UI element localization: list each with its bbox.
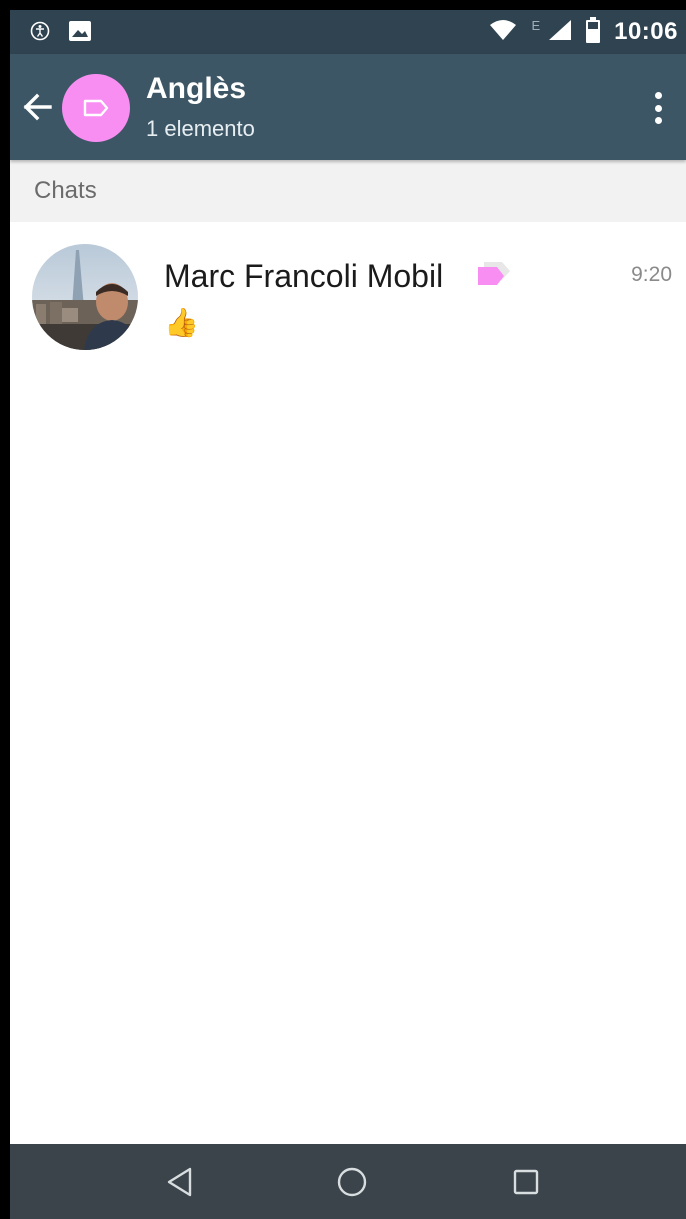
battery-icon <box>586 16 601 48</box>
home-circle-icon <box>337 1167 367 1197</box>
network-type-label: E <box>531 18 541 33</box>
page-subtitle: 1 elemento <box>146 116 255 141</box>
contact-name: Marc Francoli Mobil <box>164 258 444 294</box>
more-vert-dot <box>654 117 662 124</box>
message-preview: 👍 <box>164 307 199 338</box>
label-tag-icon <box>476 260 512 293</box>
accessibility-icon <box>30 21 50 46</box>
contact-avatar[interactable] <box>32 244 138 350</box>
image-icon <box>68 20 92 47</box>
label-tag-icon <box>83 99 109 117</box>
nav-recents-button[interactable] <box>506 1162 546 1202</box>
recents-square-icon <box>513 1169 539 1195</box>
app-toolbar: Anglès 1 elemento <box>10 54 686 160</box>
screen: E 10:06 Anglès 1 elemento Chats Marc Fra… <box>10 10 686 1219</box>
nav-home-button[interactable] <box>332 1162 372 1202</box>
status-bar: E 10:06 <box>10 10 686 54</box>
section-header: Chats <box>10 160 686 222</box>
more-vert-icon <box>654 92 662 99</box>
chat-list-item[interactable]: Marc Francoli Mobil 9:20 👍 <box>10 222 686 370</box>
more-vert-dot <box>654 104 662 112</box>
signal-icon <box>548 19 572 46</box>
phone-frame: E 10:06 Anglès 1 elemento Chats Marc Fra… <box>0 0 686 1219</box>
arrow-left-icon <box>23 93 52 121</box>
page-title: Anglès <box>146 72 247 105</box>
status-clock: 10:06 <box>614 18 678 45</box>
message-time: 9:20 <box>631 263 672 286</box>
section-header-label: Chats <box>34 177 97 204</box>
label-avatar[interactable] <box>62 74 130 142</box>
system-nav-bar <box>10 1144 686 1219</box>
back-button[interactable] <box>20 88 58 126</box>
overflow-menu-button[interactable] <box>646 88 670 128</box>
back-triangle-icon <box>167 1167 192 1197</box>
wifi-icon <box>489 19 517 46</box>
nav-back-button[interactable] <box>160 1162 200 1202</box>
